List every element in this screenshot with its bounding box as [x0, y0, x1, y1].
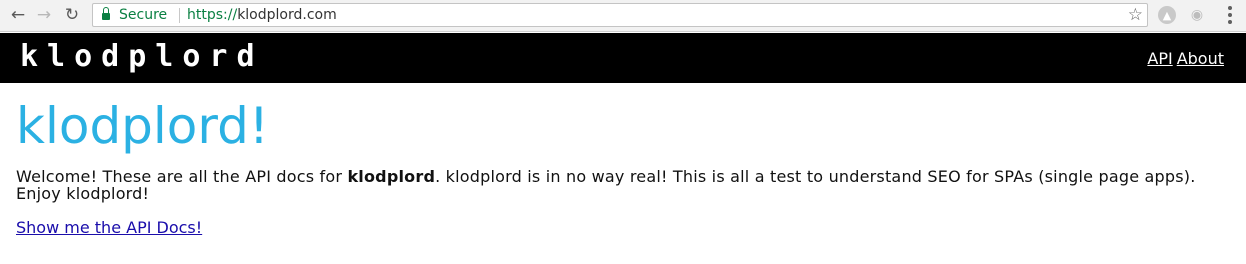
star-icon[interactable]: ☆ — [1128, 5, 1143, 25]
url-scheme: https:// — [187, 7, 238, 23]
extension-icon[interactable]: ◉ — [1188, 6, 1206, 24]
secure-label: Secure — [119, 7, 168, 23]
kebab-menu-icon[interactable] — [1222, 4, 1238, 26]
page-title: klodplord! — [16, 97, 269, 155]
url-host: klodplord.com — [237, 7, 337, 23]
header-nav: API About — [1147, 49, 1224, 68]
intro-brand-bold: klodplord — [347, 167, 436, 186]
nav-link-api[interactable]: API — [1147, 49, 1172, 68]
main-content: klodplord! Welcome! These are all the AP… — [16, 96, 1230, 237]
back-arrow-icon[interactable]: ← — [6, 4, 30, 26]
api-docs-link[interactable]: Show me the API Docs! — [16, 218, 202, 237]
reload-icon[interactable]: ↻ — [60, 4, 84, 26]
intro-paragraph: Welcome! These are all the API docs for … — [16, 168, 1230, 202]
brand-logo[interactable]: klodplord — [20, 39, 264, 74]
address-separator — [179, 8, 180, 23]
extension-icon[interactable]: ▲ — [1158, 6, 1176, 24]
browser-toolbar: ← → ↻ Secure https://klodplord.com ☆ ▲ ◉ — [0, 0, 1246, 32]
url-text[interactable]: https://klodplord.com — [187, 7, 337, 23]
site-header: klodplord API About — [0, 33, 1246, 83]
forward-arrow-icon[interactable]: → — [32, 4, 56, 26]
lock-icon — [102, 7, 110, 20]
address-bar[interactable]: Secure https://klodplord.com ☆ — [92, 3, 1148, 27]
nav-link-about[interactable]: About — [1177, 49, 1224, 68]
